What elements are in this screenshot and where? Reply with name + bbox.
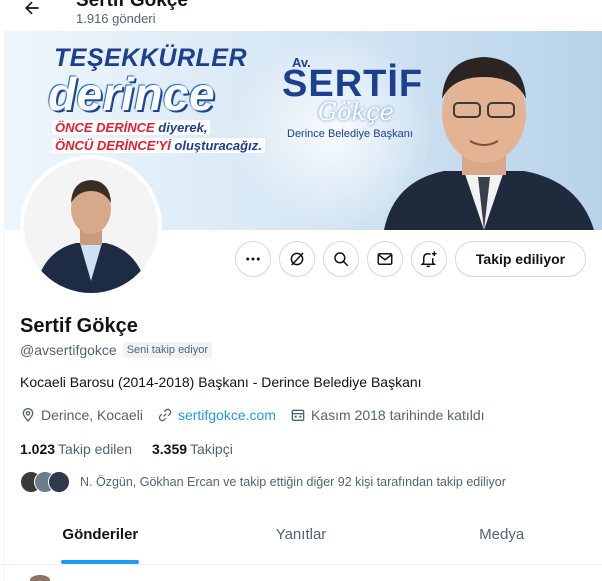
profile-name: Sertif Gökçe bbox=[20, 315, 138, 337]
tab-posts[interactable]: Gönderiler bbox=[0, 505, 201, 564]
tab-media-label: Medya bbox=[479, 526, 525, 543]
location-item: Derince, Kocaeli bbox=[20, 407, 143, 423]
followers-label: Takipçi bbox=[190, 441, 233, 457]
banner-line-2-rest: oluşturacağız. bbox=[170, 138, 262, 153]
follows-you-badge: Seni takip ediyor bbox=[122, 342, 213, 358]
banner-line-1-red: ÖNCE DERİNCE bbox=[55, 120, 155, 135]
joined-item: Kasım 2018 tarihinde katıldı bbox=[290, 407, 485, 423]
banner-line-1: ÖNCE DERİNCE diyerek, bbox=[52, 120, 211, 135]
following-label: Takip edilen bbox=[58, 441, 132, 457]
location-text: Derince, Kocaeli bbox=[41, 407, 143, 423]
joined-text: Kasım 2018 tarihinde katıldı bbox=[310, 407, 485, 423]
following-stat[interactable]: 1.023 Takip edilen bbox=[20, 441, 132, 457]
more-button[interactable] bbox=[235, 241, 271, 277]
followed-by-text: N. Özgün, Gökhan Ercan ve takip ettiğin … bbox=[80, 475, 506, 489]
column-border bbox=[3, 230, 4, 581]
envelope-icon bbox=[377, 253, 393, 265]
followed-by-avatars bbox=[20, 470, 72, 494]
followers-stat[interactable]: 3.359 Takipçi bbox=[152, 441, 233, 457]
website-link[interactable]: sertifgokce.com bbox=[178, 407, 276, 423]
followed-by-row[interactable]: N. Özgün, Gökhan Ercan ve takip ettiğin … bbox=[20, 470, 506, 494]
banner-line-2-red: ÖNCÜ DERİNCE'Yİ bbox=[55, 138, 171, 153]
grok-button[interactable] bbox=[279, 241, 315, 277]
tab-media[interactable]: Medya bbox=[401, 505, 602, 564]
tab-replies[interactable]: Yanıtlar bbox=[201, 505, 402, 564]
bell-plus-icon bbox=[420, 251, 437, 268]
following-count: 1.023 bbox=[20, 441, 56, 457]
back-button[interactable] bbox=[18, 0, 46, 22]
handle-row: @avsertifgokce Seni takip ediyor bbox=[20, 342, 213, 358]
message-button[interactable] bbox=[367, 241, 403, 277]
active-tab-indicator bbox=[61, 560, 140, 564]
more-dots-icon bbox=[246, 257, 260, 261]
profile-handle: @avsertifgokce bbox=[20, 342, 117, 358]
link-icon bbox=[158, 408, 172, 422]
location-pin-icon bbox=[22, 408, 34, 423]
post-count: 1.916 gönderi bbox=[76, 11, 156, 26]
top-bar: Sertif Gökçe 1.916 gönderi bbox=[0, 0, 602, 30]
notify-button[interactable] bbox=[411, 241, 447, 277]
profile-tabs: Gönderiler Yanıtlar Medya bbox=[0, 505, 602, 565]
banner-line-2: ÖNCÜ DERİNCE'Yİ oluşturacağız. bbox=[52, 138, 265, 153]
website-item[interactable]: sertifgokce.com bbox=[157, 407, 276, 423]
profile-bio: Kocaeli Barosu (2014-2018) Başkanı - Der… bbox=[20, 374, 422, 390]
banner-line-1-rest: diyerek, bbox=[154, 120, 208, 135]
arrow-left-icon bbox=[25, 1, 39, 15]
follow-stats: 1.023 Takip edilen 3.359 Takipçi bbox=[20, 441, 253, 457]
calendar-icon bbox=[291, 409, 305, 421]
profile-meta: Derince, Kocaeli sertifgokce.com Kasım 2… bbox=[20, 407, 499, 423]
banner-city-text: derince bbox=[48, 68, 216, 120]
next-post-avatar-peek bbox=[30, 575, 50, 581]
followers-count: 3.359 bbox=[151, 441, 188, 457]
banner-portrait-illustration bbox=[384, 57, 594, 230]
mini-avatar bbox=[48, 471, 70, 493]
grok-icon bbox=[290, 252, 304, 266]
search-icon bbox=[334, 252, 349, 267]
tab-replies-label: Yanıtlar bbox=[275, 526, 327, 543]
profile-actions: Takip ediliyor bbox=[0, 241, 602, 279]
search-button[interactable] bbox=[323, 241, 359, 277]
following-button[interactable]: Takip ediliyor bbox=[455, 241, 586, 277]
tab-posts-label: Gönderiler bbox=[62, 526, 139, 543]
